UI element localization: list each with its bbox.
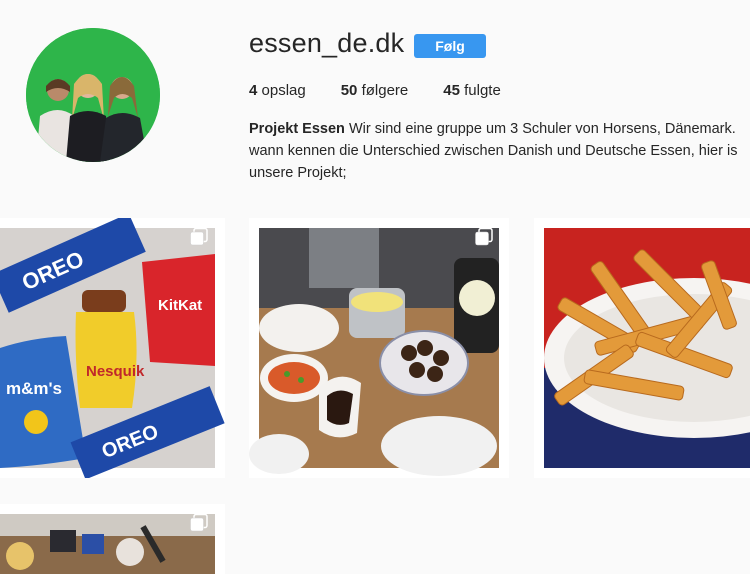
svg-text:KitKat: KitKat [158,297,202,314]
post-tile-dinner[interactable] [249,218,509,478]
post-tile-table[interactable] [0,504,225,574]
stat-posts[interactable]: 4 opslag [249,82,306,99]
following-count: 45 [443,82,460,99]
post-tile-fries[interactable] [534,218,750,478]
posts-count: 4 [249,82,258,99]
post-tile-snacks[interactable]: OREO Nesquik KitKat m&m's OREO [0,218,225,478]
followers-count: 50 [340,82,358,99]
profile-bio: Projekt Essen Wir sind eine gruppe um 3 … [249,118,750,184]
stat-following[interactable]: 45 fulgte [443,82,501,99]
profile-username: essen_de.dk [249,28,405,58]
follow-button[interactable]: Følg [414,34,486,58]
multiple-images-icon [190,228,208,246]
stat-followers[interactable]: 50 følgere [341,82,409,99]
svg-text:m&m's: m&m's [6,379,62,398]
posts-label: opslag [261,82,306,99]
svg-text:Nesquik: Nesquik [86,363,145,380]
multiple-images-icon [475,228,493,246]
followers-label: følgere [361,82,409,99]
following-label: fulgte [464,82,501,99]
profile-avatar [26,28,160,162]
multiple-images-icon [190,514,208,532]
bio-name: Projekt Essen [249,121,345,137]
profile-stats: 4 opslag 50 følgere 45 fulgte [249,82,536,99]
